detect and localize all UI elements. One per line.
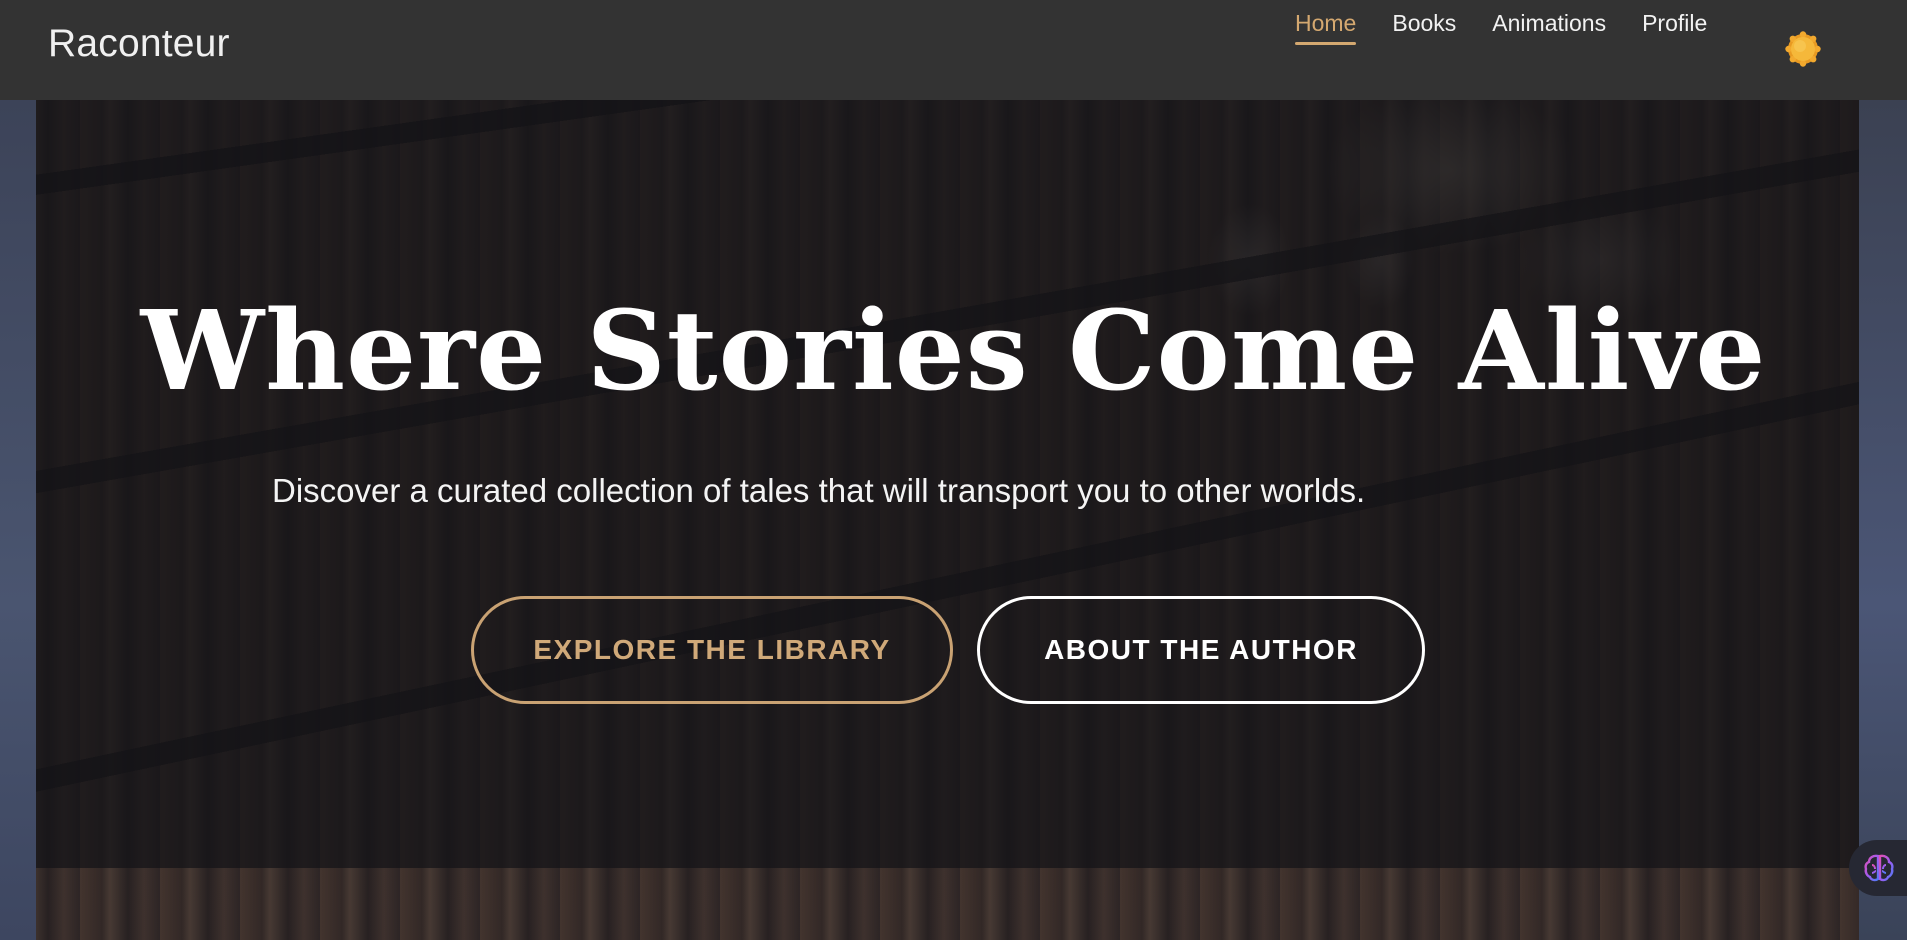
hero-title: Where Stories Come Alive [140, 286, 1767, 415]
nav-item-home[interactable]: Home [1295, 10, 1357, 45]
about-author-button[interactable]: ABOUT THE AUTHOR [977, 596, 1425, 704]
sun-icon [1785, 31, 1821, 67]
nav-item-books[interactable]: Books [1392, 10, 1456, 45]
nav-item-profile[interactable]: Profile [1642, 10, 1707, 45]
nav-item-animations[interactable]: Animations [1492, 10, 1606, 45]
assistant-button[interactable] [1849, 840, 1907, 896]
main-nav: Home Books Animations Profile [1295, 10, 1707, 45]
background-edge-left [0, 100, 36, 940]
background-edge-right [1859, 100, 1907, 940]
page: Raconteur Home Books Animations Profile [0, 0, 1907, 940]
hero-subtitle: Discover a curated collection of tales t… [272, 472, 1366, 509]
navbar: Raconteur Home Books Animations Profile [0, 0, 1907, 100]
brand-logo[interactable]: Raconteur [48, 22, 230, 66]
explore-library-button[interactable]: EXPLORE THE LIBRARY [471, 596, 953, 704]
theme-toggle-button[interactable] [1784, 30, 1822, 68]
brain-icon [1864, 854, 1894, 882]
